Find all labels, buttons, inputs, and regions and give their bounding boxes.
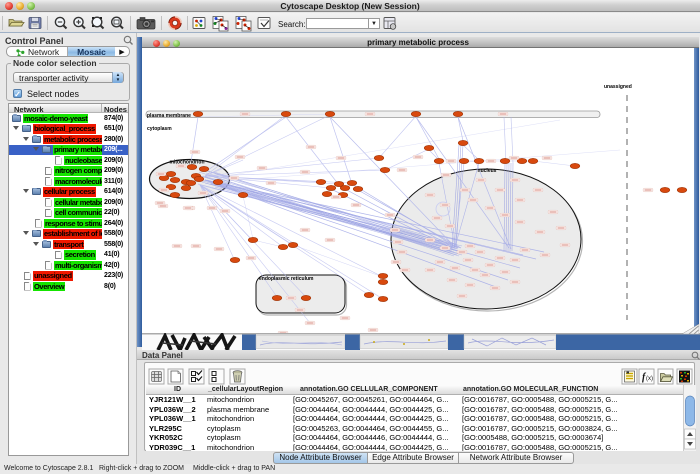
svg-text:unassigned: unassigned	[604, 84, 632, 90]
svg-text:endoplasmic reticulum: endoplasmic reticulum	[259, 276, 314, 282]
svg-text:nucleus: nucleus	[478, 168, 497, 174]
svg-text:(x): (x)	[646, 376, 653, 382]
svg-text:mitochondrion: mitochondrion	[170, 160, 205, 166]
svg-text:cytoplasm: cytoplasm	[147, 126, 172, 132]
svg-text:plasma membrane: plasma membrane	[147, 113, 191, 119]
